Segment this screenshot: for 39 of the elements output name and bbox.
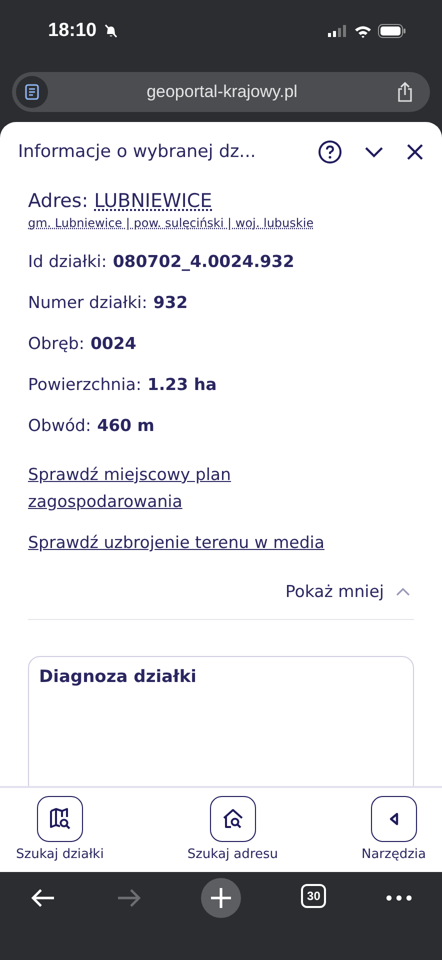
- panel-title: Informacje o wybranej dz...: [18, 142, 257, 162]
- share-icon[interactable]: [396, 82, 414, 102]
- address-label: Adres:: [28, 190, 88, 212]
- map-search-icon: [48, 807, 72, 831]
- signal-icon: [328, 25, 348, 37]
- nav-button[interactable]: Narzędzia: [361, 796, 426, 872]
- field-value: 0024: [90, 334, 136, 353]
- tab-count-button[interactable]: 30: [301, 884, 326, 908]
- more-icon[interactable]: [386, 895, 412, 901]
- address-link[interactable]: LUBNIEWICE: [94, 190, 212, 212]
- collapse-chevron-icon[interactable]: [364, 146, 384, 158]
- field-label: Obręb:: [28, 334, 84, 353]
- close-icon[interactable]: [406, 143, 424, 161]
- field-label: Id działki:: [28, 252, 107, 271]
- help-icon[interactable]: [318, 140, 342, 164]
- field-label: Numer działki:: [28, 293, 148, 312]
- section-title: Diagnoza działki: [39, 667, 196, 687]
- field-value: 080702_4.0024.932: [112, 252, 294, 271]
- field-value: 460 m: [97, 416, 154, 435]
- url-text: geoportal-krajowy.pl: [146, 82, 298, 102]
- field-value: 932: [153, 293, 188, 312]
- address-bar[interactable]: geoportal-krajowy.pl: [12, 72, 430, 112]
- wifi-icon: [354, 24, 372, 38]
- triangle-left-icon: [388, 812, 400, 826]
- show-less-button[interactable]: Pokaż mniej: [285, 582, 414, 601]
- field-value: 1.23 ha: [147, 375, 217, 394]
- status-time: 18:10: [48, 20, 97, 42]
- link[interactable]: Sprawdź miejscowy plan zagospodarowania: [28, 461, 288, 515]
- house-search-icon: [220, 807, 245, 831]
- back-arrow-icon[interactable]: [30, 888, 56, 908]
- field-label: Obwód:: [28, 416, 92, 435]
- reader-icon[interactable]: [16, 76, 48, 108]
- new-tab-icon[interactable]: [201, 878, 242, 918]
- nav-button[interactable]: Szukaj adresu: [187, 796, 278, 872]
- link[interactable]: Sprawdź uzbrojenie terenu w media: [28, 529, 414, 556]
- battery-icon: [378, 24, 406, 38]
- nav-button[interactable]: Szukaj działki: [16, 796, 104, 872]
- field-label: Powierzchnia:: [28, 375, 142, 394]
- address-detail-link[interactable]: gm. Lubniewice | pow. sulęciński | woj. lubuskie: [28, 216, 414, 230]
